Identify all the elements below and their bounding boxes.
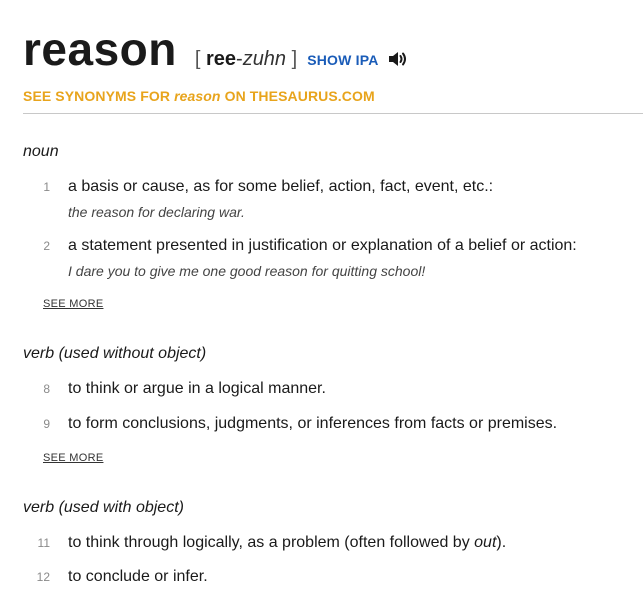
see-more-link-noun[interactable]: SEE MORE: [43, 298, 103, 310]
thesaurus-synonyms-link[interactable]: SEE SYNONYMS FOR reason ON THESAURUS.COM: [23, 88, 375, 104]
definition-text: to conclude or infer.: [68, 568, 208, 585]
synonyms-link-word: reason: [174, 88, 221, 104]
definition-number: 8: [43, 382, 50, 396]
pronunciation-close-bracket: ]: [291, 48, 298, 70]
definition-number: 12: [36, 570, 50, 584]
definition-number: 2: [43, 239, 50, 253]
definition-number: 9: [43, 417, 50, 431]
headword: reason: [23, 23, 177, 75]
definition-text-part: ).: [496, 534, 507, 551]
definition-number: 1: [43, 180, 50, 194]
pronunciation-open-bracket: [: [194, 48, 201, 70]
pronunciation: [ ree-zuhn ]: [195, 48, 297, 71]
definition-text-italic: out: [474, 534, 497, 551]
synonyms-link-suffix: ON THESAURUS.COM: [224, 88, 375, 104]
definition-text-part: to think through logically, as a problem…: [68, 534, 475, 551]
part-of-speech-verb-intransitive: verb (used without object): [23, 345, 207, 362]
definition-text: to think or argue in a logical manner.: [68, 380, 326, 397]
see-more-link-verb[interactable]: SEE MORE: [43, 452, 103, 464]
definition-text: to form conclusions, judgments, or infer…: [68, 415, 558, 432]
synonyms-link-prefix: SEE SYNONYMS FOR: [23, 88, 171, 104]
definition-example: the reason for declaring war.: [68, 204, 245, 220]
part-of-speech-noun: noun: [23, 143, 59, 160]
definition-example: I dare you to give me one good reason fo…: [68, 263, 426, 279]
pronunciation-stressed-syllable: ree: [205, 48, 237, 70]
part-of-speech-verb-transitive: verb (used with object): [23, 499, 184, 516]
speaker-icon[interactable]: [387, 50, 409, 68]
entry-header: reason [ ree-zuhn ] SHOW IPA: [23, 26, 409, 72]
pronunciation-unstressed-syllable: zuhn: [242, 48, 287, 70]
definition-text: a statement presented in justification o…: [68, 237, 577, 254]
pronunciation-hyphen: -: [236, 48, 243, 70]
dictionary-entry: reason [ ree-zuhn ] SHOW IPA SEE SYNONYM…: [0, 0, 643, 602]
definition-number: 11: [37, 536, 50, 550]
show-ipa-button[interactable]: SHOW IPA: [307, 52, 378, 68]
definition-text: a basis or cause, as for some belief, ac…: [68, 178, 494, 195]
divider: [23, 113, 643, 114]
definition-text: to think through logically, as a problem…: [68, 534, 506, 552]
